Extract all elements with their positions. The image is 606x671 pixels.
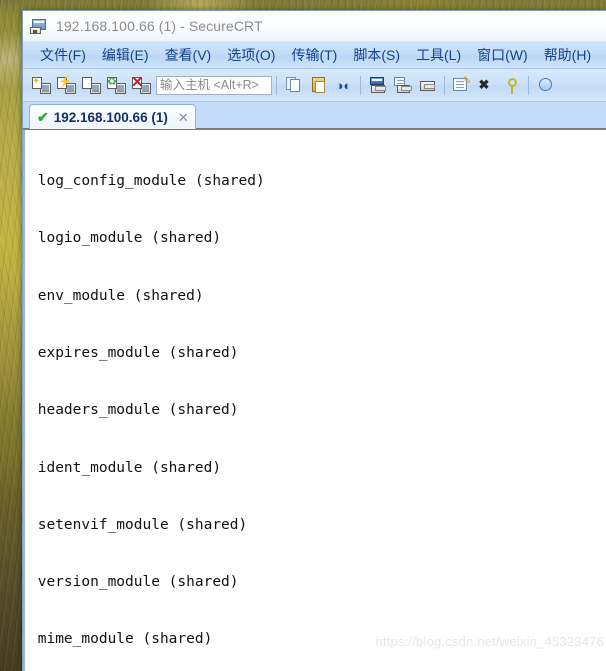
terminal-line: logio_module (shared): [29, 230, 222, 247]
menu-window[interactable]: 窗口(W): [474, 43, 531, 67]
toolbar-separator: [276, 75, 277, 95]
menu-tools[interactable]: 工具(L): [413, 43, 464, 67]
find-icon[interactable]: ◑◐: [332, 74, 355, 97]
paste-icon[interactable]: [307, 74, 330, 97]
disconnect-icon[interactable]: ✕: [130, 74, 153, 97]
copy-icon[interactable]: [282, 74, 305, 97]
menu-script[interactable]: 脚本(S): [350, 43, 403, 67]
session-options-icon[interactable]: ✎: [450, 74, 473, 97]
securecrt-app-icon: [30, 18, 47, 34]
host-input[interactable]: 输入主机 <Alt+R>: [156, 75, 272, 95]
green-check-icon: ✔: [37, 109, 49, 125]
menu-transfer[interactable]: 传输(T): [288, 43, 340, 67]
menu-bar: 文件(F) 编辑(E) 查看(V) 选项(O) 传输(T) 脚本(S) 工具(L…: [23, 42, 606, 69]
close-icon[interactable]: ✕: [178, 111, 189, 124]
watermark: https://blog.csdn.net/weixin_45323476: [375, 634, 604, 649]
terminal-line: expires_module (shared): [29, 345, 239, 362]
toolbar: ✦ ⚡ ♻ ✕ 输入主机 <Alt+R> ◑◐ ✎ ✖: [23, 69, 606, 102]
print-icon[interactable]: [416, 74, 439, 97]
print-screen-icon[interactable]: [391, 74, 414, 97]
new-session-icon[interactable]: ✦: [30, 74, 53, 97]
menu-help[interactable]: 帮助(H): [541, 43, 594, 67]
tab-session-1[interactable]: ✔ 192.168.100.66 (1) ✕: [29, 104, 196, 129]
globe-icon[interactable]: [534, 74, 557, 97]
terminal-line: ident_module (shared): [29, 459, 222, 476]
reconnect-icon[interactable]: ♻: [105, 74, 128, 97]
menu-view[interactable]: 查看(V): [162, 43, 215, 67]
clone-session-icon[interactable]: [80, 74, 103, 97]
menu-edit[interactable]: 编辑(E): [99, 43, 152, 67]
tab-label: 192.168.100.66 (1): [53, 109, 168, 125]
terminal-line: log_config_module (shared): [29, 173, 265, 190]
key-icon[interactable]: [500, 74, 523, 97]
menu-options[interactable]: 选项(O): [224, 43, 278, 67]
menu-file[interactable]: 文件(F): [37, 43, 89, 67]
quick-connect-icon[interactable]: ⚡: [55, 74, 78, 97]
terminal-line: version_module (shared): [29, 574, 239, 591]
securecrt-window: 192.168.100.66 (1) - SecureCRT 文件(F) 编辑(…: [22, 10, 606, 671]
tab-strip: ✔ 192.168.100.66 (1) ✕: [23, 102, 606, 130]
toolbar-separator: [444, 75, 445, 95]
title-bar: 192.168.100.66 (1) - SecureCRT: [23, 11, 606, 42]
window-title: 192.168.100.66 (1) - SecureCRT: [56, 18, 263, 34]
terminal-pane[interactable]: log_config_module (shared) logio_module …: [23, 130, 606, 671]
terminal-output: log_config_module (shared) logio_module …: [25, 130, 606, 671]
terminal-line: headers_module (shared): [29, 402, 239, 419]
terminal-line: setenvif_module (shared): [29, 516, 248, 533]
log-session-icon[interactable]: [366, 74, 389, 97]
toolbar-separator: [528, 75, 529, 95]
terminal-line: env_module (shared): [29, 287, 204, 304]
toolbar-separator: [360, 75, 361, 95]
disconnect-all-icon[interactable]: ✖: [475, 74, 498, 97]
